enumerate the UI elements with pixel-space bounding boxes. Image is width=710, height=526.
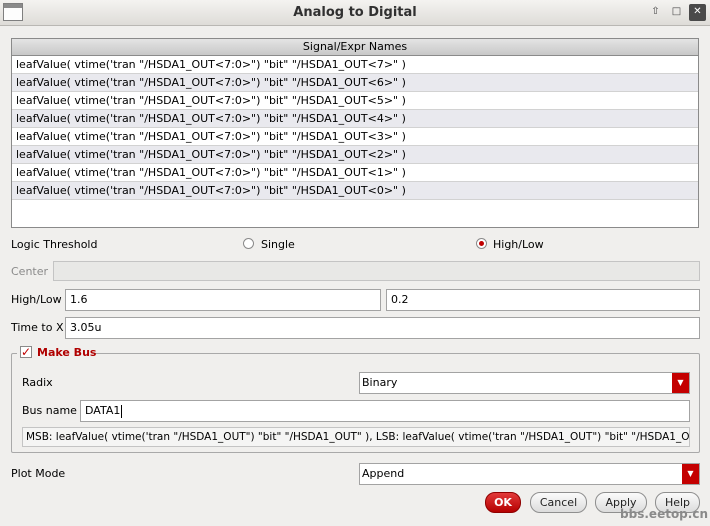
plot-mode-select[interactable]: Append ▼	[359, 463, 700, 485]
time-to-x-label: Time to X	[11, 321, 64, 334]
title-bar: Analog to Digital ⇧ □ ✕	[0, 0, 710, 26]
make-bus-checkbox[interactable]: ✓	[20, 346, 32, 358]
watermark-text: bbs.eetop.cn	[620, 507, 708, 521]
close-window-icon[interactable]: ✕	[689, 4, 706, 21]
text-cursor	[121, 404, 123, 418]
table-row[interactable]: leafValue( vtime('tran "/HSDA1_OUT<7:0>"…	[12, 182, 698, 200]
chevron-down-icon[interactable]: ▼	[682, 464, 699, 484]
single-radio[interactable]	[243, 238, 254, 249]
ok-button[interactable]: OK	[485, 492, 521, 513]
signal-table: Signal/Expr Names leafValue( vtime('tran…	[11, 38, 699, 228]
window-title: Analog to Digital	[293, 5, 417, 20]
center-field	[53, 261, 700, 281]
radix-value: Binary	[362, 376, 398, 389]
bus-name-value: DATA1	[85, 404, 121, 417]
bus-name-field[interactable]: DATA1	[80, 400, 690, 422]
plot-mode-value: Append	[362, 467, 405, 480]
table-row[interactable]: leafValue( vtime('tran "/HSDA1_OUT<7:0>"…	[12, 74, 698, 92]
table-row[interactable]: leafValue( vtime('tran "/HSDA1_OUT<7:0>"…	[12, 110, 698, 128]
cancel-button[interactable]: Cancel	[530, 492, 587, 513]
column-header-signal-names[interactable]: Signal/Expr Names	[12, 39, 698, 56]
maximize-window-icon[interactable]: □	[668, 4, 685, 21]
low-value-field[interactable]: 0.2	[386, 289, 700, 311]
high-low-label: High/Low	[11, 293, 62, 306]
plot-mode-label: Plot Mode	[11, 467, 66, 480]
high-low-radio[interactable]	[476, 238, 487, 249]
table-row[interactable]: leafValue( vtime('tran "/HSDA1_OUT<7:0>"…	[12, 164, 698, 182]
table-row[interactable]: leafValue( vtime('tran "/HSDA1_OUT<7:0>"…	[12, 56, 698, 74]
center-label: Center	[11, 265, 49, 278]
radix-label: Radix	[22, 376, 53, 389]
chevron-down-icon[interactable]: ▼	[672, 373, 689, 393]
single-radio-label: Single	[261, 238, 295, 251]
table-row[interactable]: leafValue( vtime('tran "/HSDA1_OUT<7:0>"…	[12, 92, 698, 110]
time-to-x-field[interactable]: 3.05u	[65, 317, 700, 339]
logic-threshold-label: Logic Threshold	[11, 238, 98, 251]
bus-name-label: Bus name	[22, 404, 77, 417]
high-low-radio-label: High/Low	[493, 238, 544, 251]
high-value-field[interactable]: 1.6	[65, 289, 381, 311]
radix-select[interactable]: Binary ▼	[359, 372, 690, 394]
bus-summary-field: MSB: leafValue( vtime('tran "/HSDA1_OUT"…	[22, 427, 690, 447]
make-bus-label: Make Bus	[37, 346, 97, 359]
table-row[interactable]: leafValue( vtime('tran "/HSDA1_OUT<7:0>"…	[12, 146, 698, 164]
shade-window-icon[interactable]: ⇧	[647, 4, 664, 21]
table-row[interactable]: leafValue( vtime('tran "/HSDA1_OUT<7:0>"…	[12, 128, 698, 146]
